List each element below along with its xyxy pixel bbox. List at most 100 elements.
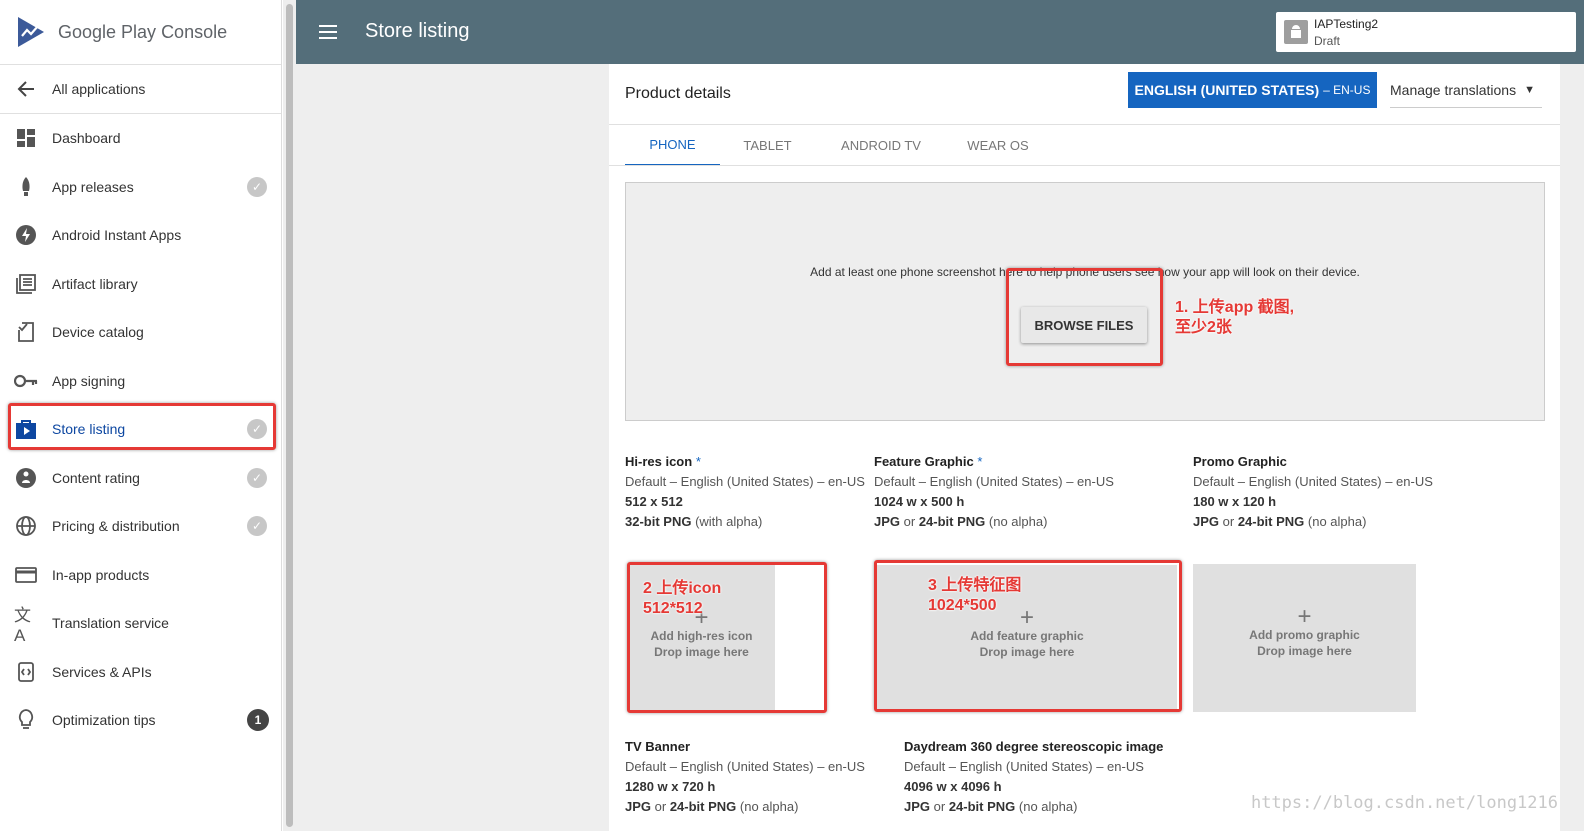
sidebar-item-label: Dashboard <box>52 130 121 147</box>
tab-wear-os[interactable]: WEAR OS <box>949 124 1047 166</box>
spec-language: Default – English (United States) – en-U… <box>904 759 1144 774</box>
sidebar-item-services-apis[interactable]: Services & APIs <box>0 648 281 697</box>
sidebar-item-in-app-products[interactable]: In-app products <box>0 551 281 600</box>
store-icon <box>14 417 38 441</box>
check-circle-icon: ✓ <box>247 176 267 197</box>
spec-language: Default – English (United States) – en-U… <box>1193 474 1433 489</box>
content-margin-right <box>1560 64 1584 831</box>
spec-format: JPG or 24-bit PNG (no alpha) <box>1193 514 1367 529</box>
add-icon: + <box>1019 604 1034 631</box>
all-applications-label: All applications <box>52 81 146 97</box>
spec-format: JPG or 24-bit PNG (no alpha) <box>625 799 799 814</box>
sidebar-item-label: Store listing <box>52 421 126 438</box>
screenshot-dropzone[interactable]: Add at least one phone screenshot here t… <box>625 182 1545 421</box>
logo[interactable]: Google Play Console <box>0 0 281 65</box>
tab-phone[interactable]: PHONE <box>625 124 720 166</box>
language-code: – EN-US <box>1323 83 1371 97</box>
required-marker: * <box>977 454 983 469</box>
manage-translations-label: Manage translations <box>1390 81 1517 98</box>
check-circle-icon: ✓ <box>247 419 267 440</box>
promo-graphic-spec: Promo Graphic Default – English (United … <box>1193 452 1453 532</box>
android-app-icon <box>1284 20 1308 44</box>
check-circle-icon: ✓ <box>247 516 267 537</box>
required-marker: * <box>695 454 701 469</box>
device-icon <box>14 320 38 344</box>
tabs-divider <box>609 165 1560 166</box>
annotation-note-1: 1. 上传app 截图, 至少2张 <box>1175 299 1295 336</box>
sidebar-item-label: Pricing & distribution <box>52 518 180 535</box>
rocket-icon <box>14 175 38 199</box>
page-title: Store listing <box>365 20 470 42</box>
spec-title: Feature Graphic <box>874 454 974 469</box>
browse-files-button[interactable]: BROWSE FILES <box>1021 307 1147 343</box>
spec-size: 1024 w x 500 h <box>874 494 965 509</box>
sidebar-item-label: Android Instant Apps <box>52 227 182 244</box>
key-icon <box>14 369 38 393</box>
spec-title: Hi-res icon <box>625 454 693 469</box>
content-margin-left <box>296 64 609 831</box>
sidebar-item-store-listing[interactable]: Store listing ✓ <box>0 405 281 454</box>
app-name: IAPTesting2 <box>1314 17 1379 31</box>
spec-title: Promo Graphic <box>1193 454 1287 469</box>
spec-format: JPG or 24-bit PNG (no alpha) <box>874 514 1048 529</box>
spec-size: 1280 w x 720 h <box>625 779 716 794</box>
annotation-note-3: 3 上传特征图 1024*500 <box>928 577 1022 614</box>
spec-title: TV Banner <box>625 739 691 754</box>
spec-format: JPG or 24-bit PNG (no alpha) <box>904 799 1078 814</box>
card-icon <box>14 563 38 587</box>
sidebar-item-device-catalog[interactable]: Device catalog <box>0 308 281 357</box>
api-icon <box>14 660 38 684</box>
sidebar: Google Play Console All applications Das… <box>0 0 282 831</box>
play-console-logo-icon <box>18 17 44 47</box>
tv-banner-spec: TV Banner Default – English (United Stat… <box>625 737 880 817</box>
spec-language: Default – English (United States) – en-U… <box>625 474 865 489</box>
product-details-card: Product details ENGLISH (UNITED STATES) … <box>609 64 1560 831</box>
sidebar-item-android-instant-apps[interactable]: Android Instant Apps <box>0 211 281 260</box>
spec-title: Daydream 360 degree stereoscopic image <box>904 739 1164 754</box>
sidebar-item-dashboard[interactable]: Dashboard <box>0 114 281 163</box>
sidebar-item-optimization-tips[interactable]: Optimization tips 1 <box>0 696 281 745</box>
library-icon <box>14 272 38 296</box>
sidebar-item-app-signing[interactable]: App signing <box>0 357 281 406</box>
spec-format: 32-bit PNG (with alpha) <box>625 514 763 529</box>
daydream-image-spec: Daydream 360 degree stereoscopic image D… <box>904 737 1194 817</box>
feature-graphic-spec: Feature Graphic * Default – English (Uni… <box>874 452 1134 532</box>
bolt-icon <box>14 223 38 247</box>
tab-android-tv[interactable]: ANDROID TV <box>825 124 937 166</box>
sidebar-item-artifact-library[interactable]: Artifact library <box>0 260 281 309</box>
sidebar-item-content-rating[interactable]: Content rating ✓ <box>0 454 281 503</box>
spec-size: 180 w x 120 h <box>1193 494 1277 509</box>
rating-icon <box>14 466 38 490</box>
sidebar-item-app-releases[interactable]: App releases ✓ <box>0 163 281 212</box>
sidebar-scrollbar[interactable] <box>283 0 296 831</box>
arrow-back-icon <box>14 77 38 101</box>
tab-tablet[interactable]: TABLET <box>720 124 815 166</box>
promo-graphic-dropzone[interactable]: + Add promo graphic Drop image here <box>1193 564 1416 712</box>
globe-icon <box>14 514 38 538</box>
language-button[interactable]: ENGLISH (UNITED STATES) – EN-US <box>1128 72 1377 108</box>
check-circle-icon: ✓ <box>247 467 267 488</box>
tips-count-badge: 1 <box>247 709 269 732</box>
sidebar-item-label: Content rating <box>52 469 140 486</box>
watermark: https://blog.csdn.net/long1216 <box>1250 793 1558 813</box>
sidebar-item-label: Services & APIs <box>52 663 152 680</box>
caret-down-icon: ▼ <box>1524 83 1535 96</box>
feature-graphic-dropzone[interactable]: + Add feature graphic Drop image here <box>877 565 1177 711</box>
sidebar-item-pricing-distribution[interactable]: Pricing & distribution ✓ <box>0 502 281 551</box>
brand-name: Google Play Console <box>58 21 228 42</box>
spec-size: 512 x 512 <box>625 494 683 509</box>
all-applications-link[interactable]: All applications <box>0 65 281 114</box>
sidebar-item-label: Device catalog <box>52 324 144 341</box>
sidebar-item-translation-service[interactable]: 文A Translation service <box>0 599 281 648</box>
spec-language: Default – English (United States) – en-U… <box>874 474 1114 489</box>
app-selector[interactable]: IAPTesting2 Draft <box>1276 12 1576 52</box>
menu-icon[interactable] <box>316 20 340 44</box>
app-status: Draft <box>1314 34 1341 48</box>
spec-size: 4096 w x 4096 h <box>904 779 1002 794</box>
sidebar-item-label: App releases <box>52 178 134 195</box>
manage-translations-dropdown[interactable]: Manage translations ▼ <box>1390 72 1542 108</box>
sidebar-item-label: App signing <box>52 372 126 389</box>
spec-language: Default – English (United States) – en-U… <box>625 759 865 774</box>
sidebar-item-label: Artifact library <box>52 275 138 292</box>
hi-res-icon-spec: Hi-res icon * Default – English (United … <box>625 452 870 532</box>
